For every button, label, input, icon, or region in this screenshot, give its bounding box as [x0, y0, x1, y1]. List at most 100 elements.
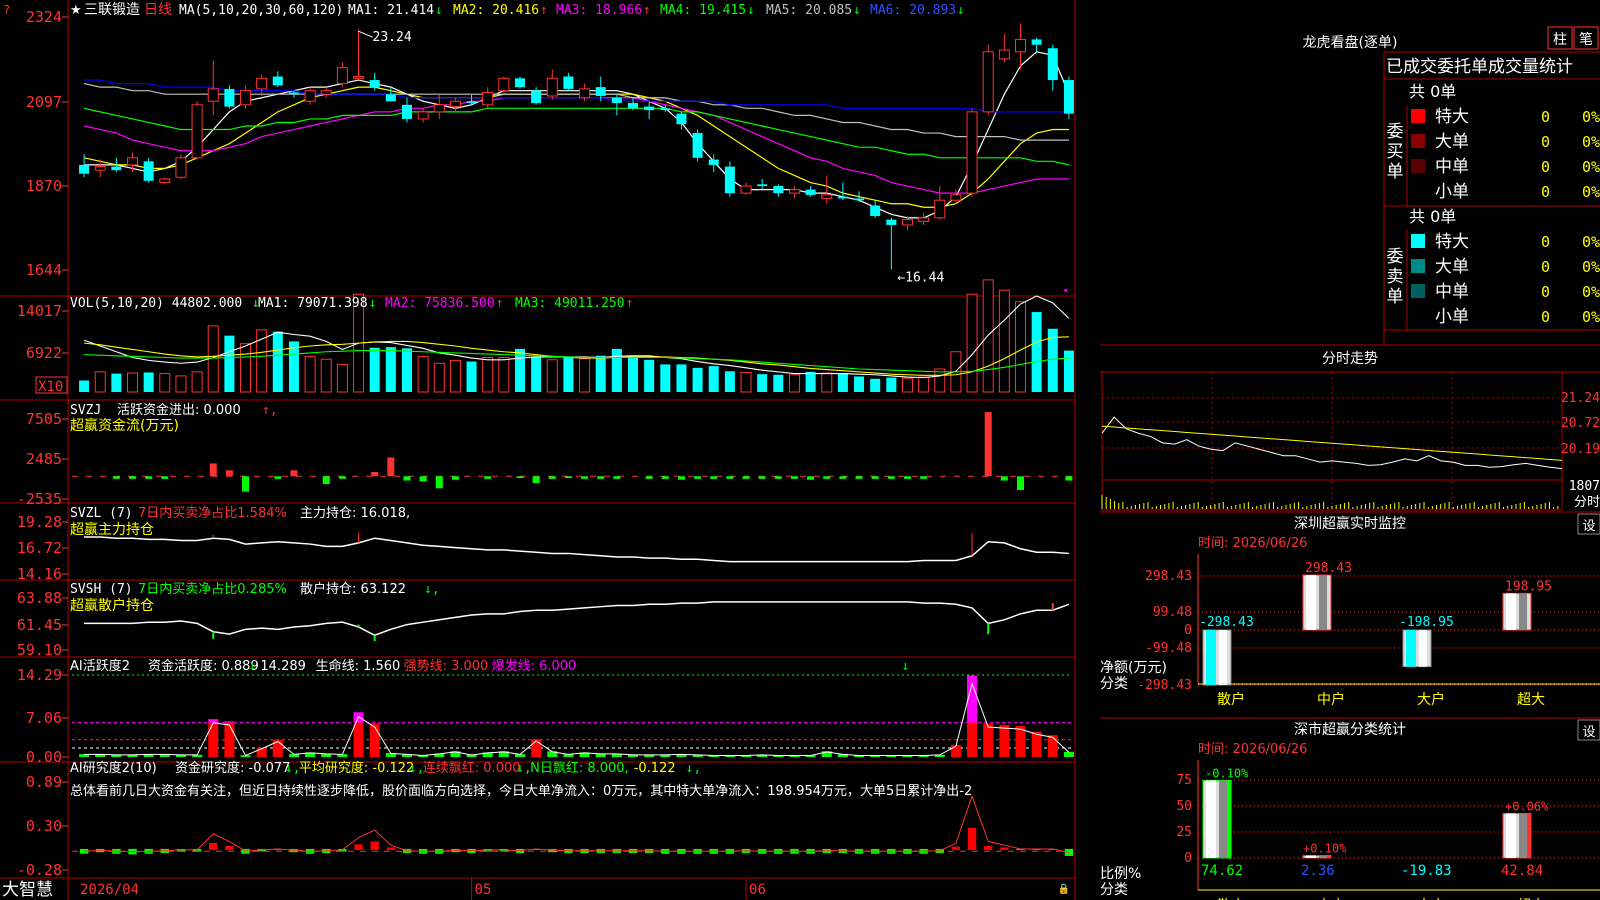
svzj-bar	[371, 472, 379, 477]
svzj-bar	[548, 476, 556, 479]
low-price-marker: ←16.44	[897, 270, 944, 285]
svzj-bar	[161, 476, 169, 479]
ai1-bar	[1063, 751, 1074, 757]
high-marker-pointer	[358, 30, 373, 38]
vol-axis-label-1: 6922	[26, 344, 62, 362]
candle-body-down	[757, 184, 768, 187]
svzj-bar	[516, 476, 524, 478]
sell-row-pct-0: 0%	[1582, 233, 1600, 251]
volume-bar-down	[531, 357, 542, 392]
candle-body-down	[1063, 80, 1074, 114]
monitor-axis-label-1: 99.48	[1153, 605, 1192, 620]
price-axis-label-1: 2097	[26, 93, 62, 111]
svzj-bar	[774, 476, 782, 479]
candle-body-up	[320, 90, 332, 95]
vol-axis-label-0: 14017	[17, 302, 62, 320]
candle-body-up	[918, 217, 930, 222]
monitor-axis-label-2: 0	[1184, 623, 1192, 638]
classify-bar-edge	[1527, 813, 1531, 858]
classify-ylabel: 比例%	[1100, 866, 1141, 882]
intraday-avg-line	[1101, 425, 1563, 461]
svzj-bar	[597, 476, 605, 479]
ai1-legend-0: 资金活跃度: 0.889	[148, 658, 259, 674]
candle-body-up	[482, 91, 494, 106]
volume-bar-down	[385, 347, 396, 392]
ai1-bar-base	[353, 722, 364, 757]
monitor-axis-label-3: -99.48	[1145, 641, 1192, 656]
svzj-bar	[387, 457, 395, 477]
svzj-bar	[758, 476, 766, 479]
svsh-holding-line	[84, 601, 1070, 637]
period-label: 日线	[144, 2, 172, 18]
ai2-bar	[386, 847, 396, 850]
vol-legend-3: MA3: 49011.250	[515, 296, 625, 311]
price-ma4-line	[83, 107, 1070, 166]
svzj-bar	[742, 476, 750, 479]
candle-body-up	[498, 77, 510, 92]
classify-bar-highlight	[1206, 780, 1216, 858]
classify-axis-label-0: 75	[1176, 773, 1192, 788]
svzj-bar	[726, 476, 734, 479]
ai1-signal-arrow: ↓	[901, 659, 909, 674]
ai2-research-line	[84, 794, 1070, 854]
price-ma1-line	[84, 51, 1070, 219]
sell-side-label-0: 委	[1387, 247, 1404, 267]
ai1-bar-base	[208, 722, 219, 757]
ai2-comment: 总体看前几日大资金有关注，但近日持续性逐步降低，股价面临方向选择，今日大单净流入…	[70, 783, 972, 799]
svsh-subtitle: 超赢散户持仓	[70, 597, 154, 614]
ma-legend-3: MA3: 18.966	[556, 3, 642, 18]
svzj-bar	[710, 476, 718, 479]
svzj-bar	[532, 476, 540, 484]
volume-bar-up	[482, 357, 494, 393]
vol-legend-2: MA2: 75836.500	[385, 296, 495, 311]
intraday-footer: 分时	[1574, 495, 1600, 510]
candle-body-up	[433, 104, 445, 113]
order-tabs: 已成交委托单成交量统计	[1386, 57, 1573, 77]
svzj-bar	[887, 476, 895, 479]
volume-bar-down	[288, 341, 299, 392]
volume-bar-down	[757, 374, 768, 392]
sell-row-pct-1: 0%	[1582, 258, 1600, 276]
volume-bar-down	[111, 373, 122, 392]
vol-legend-1: MA1: 79071.398	[258, 296, 368, 311]
svzj-bar	[1065, 476, 1073, 481]
candle-body-down	[385, 94, 396, 102]
candle-body-up	[175, 157, 187, 178]
svzj-bar	[855, 476, 863, 479]
candle-body-down	[111, 166, 122, 171]
classify-bar-highlight	[1506, 813, 1516, 858]
buy-total: 共 0单	[1409, 82, 1456, 101]
classify-value-2: -19.83	[1401, 863, 1452, 879]
price-axis-label-2: 1870	[26, 177, 62, 195]
volume-bar-up	[320, 358, 332, 393]
volume-bar-up	[498, 357, 510, 393]
ai1-bar	[272, 739, 283, 757]
monitor-value-0: -298.43	[1199, 615, 1254, 630]
classify-value-3: 42.84	[1501, 863, 1543, 879]
ai1-legend-2: 生命线: 1.560	[316, 658, 401, 674]
candle-body-up	[901, 219, 913, 226]
monitor-bar-shade	[1419, 630, 1427, 667]
monitor-value-3: 198.95	[1505, 579, 1552, 594]
classify-axis-label-2: 25	[1176, 825, 1192, 840]
svzj-bar	[790, 476, 798, 479]
svzj-bar	[613, 476, 621, 479]
candle-body-up	[207, 88, 219, 102]
svzj-bar	[274, 476, 282, 479]
monitor-category-0: 散户	[1217, 691, 1245, 708]
volume-bar-down	[676, 364, 687, 392]
svzj-title: SVZJ	[70, 403, 101, 418]
svsh-legend-white: 散户持仓: 63.122	[300, 581, 406, 597]
vol-legend-arrow-2: ↑	[496, 296, 504, 311]
stock-name: 三联锻造	[84, 2, 140, 18]
classify-bar-highlight	[1306, 855, 1316, 858]
svzj-bar	[903, 476, 911, 479]
volume-bar-up	[1014, 301, 1026, 393]
buy-row-name-2: 中单	[1435, 157, 1469, 177]
ma-legend-1: MA1: 21.414	[348, 3, 434, 18]
sell-row-name-1: 大单	[1435, 257, 1469, 277]
buy-row-swatch-2	[1411, 159, 1425, 173]
ma-legend-arrow-2: ↑	[540, 3, 548, 18]
candle-body-up	[934, 199, 946, 219]
monitor-settings-label: 设	[1582, 519, 1595, 534]
